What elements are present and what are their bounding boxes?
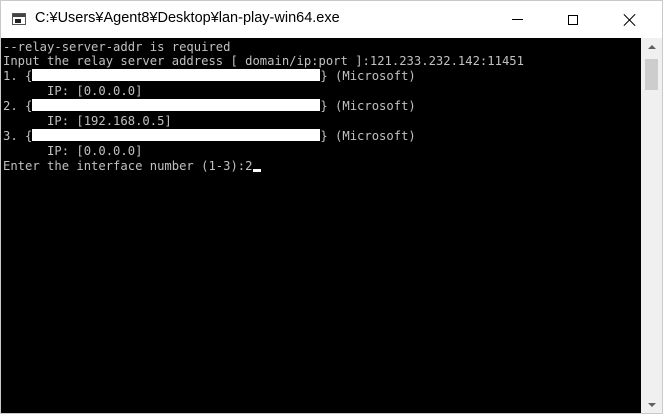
console-line-error: --relay-server-addr is required [3, 40, 231, 54]
close-icon [623, 13, 637, 27]
maximize-icon [568, 14, 578, 25]
interface-ip-2: IP: [192.168.0.5] [3, 114, 172, 128]
interface-prompt-line[interactable]: Enter the interface number (1-3):2 [3, 159, 262, 174]
interface-index: 2. [3, 99, 26, 113]
vertical-scrollbar[interactable] [641, 38, 662, 413]
interface-brace-open: { [25, 99, 33, 113]
interface-prompt: Enter the interface number (1-3):2 [3, 159, 253, 173]
interface-brace-open: { [25, 69, 33, 83]
redacted-interface-guid [32, 99, 321, 111]
console-app-icon[interactable] [12, 13, 26, 25]
window-title: C:¥Users¥Agent8¥Desktop¥lan-play-win64.e… [35, 10, 340, 26]
interface-vendor: } (Microsoft) [320, 69, 416, 83]
interface-brace-open: { [25, 129, 33, 143]
arrow-up-icon [647, 44, 656, 49]
minimize-icon [511, 19, 523, 20]
interface-index: 1. [3, 69, 26, 83]
scroll-up-button[interactable] [641, 38, 662, 55]
close-button[interactable] [607, 1, 653, 38]
interface-ip-1: IP: [0.0.0.0] [3, 84, 143, 98]
console-output[interactable]: --relay-server-addr is required Input th… [1, 38, 642, 413]
interface-ip-3: IP: [0.0.0.0] [3, 144, 143, 158]
interface-vendor: } (Microsoft) [320, 99, 416, 113]
interface-entry-3: 3. { } (Microsoft) [3, 129, 416, 144]
interface-index: 3. [3, 129, 26, 143]
interface-entry-2: 2. { } (Microsoft) [3, 99, 416, 114]
redacted-interface-guid [32, 129, 321, 141]
interface-vendor: } (Microsoft) [320, 129, 416, 143]
scroll-down-button[interactable] [641, 396, 662, 413]
console-line-relay-input: Input the relay server address [ domain/… [3, 54, 524, 68]
arrow-down-icon [647, 402, 656, 407]
text-cursor [253, 169, 262, 172]
console-window: C:¥Users¥Agent8¥Desktop¥lan-play-win64.e… [0, 0, 663, 414]
maximize-button[interactable] [550, 1, 596, 38]
title-bar[interactable]: C:¥Users¥Agent8¥Desktop¥lan-play-win64.e… [1, 1, 662, 38]
interface-entry-1: 1. { } (Microsoft) [3, 69, 416, 84]
redacted-interface-guid [32, 69, 321, 81]
minimize-button[interactable] [494, 1, 540, 38]
scroll-thumb[interactable] [645, 59, 658, 90]
